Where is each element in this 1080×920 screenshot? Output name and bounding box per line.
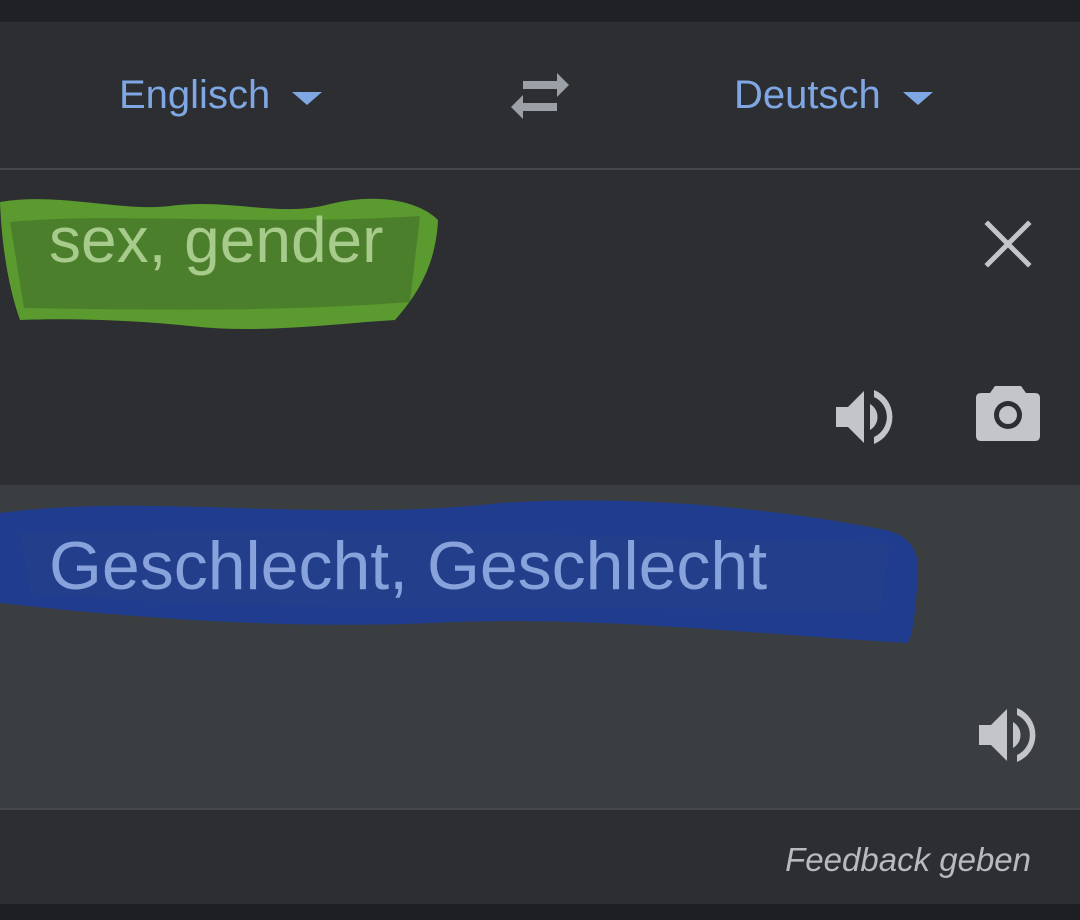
speaker-icon bbox=[836, 390, 893, 444]
close-icon bbox=[984, 220, 1032, 268]
swap-horiz-icon bbox=[511, 73, 569, 119]
translation-listen-button[interactable] bbox=[977, 704, 1039, 766]
chevron-down-icon bbox=[902, 91, 933, 105]
feedback-link[interactable]: Feedback geben bbox=[785, 840, 1031, 880]
source-listen-button[interactable] bbox=[834, 386, 896, 448]
source-text[interactable]: sex, gender bbox=[49, 200, 383, 280]
camera-icon bbox=[976, 386, 1040, 441]
translation-text: Geschlecht, Geschlecht bbox=[49, 528, 768, 604]
target-language-selector[interactable]: Deutsch bbox=[734, 72, 933, 118]
swap-languages-button[interactable] bbox=[505, 70, 575, 122]
source-language-selector[interactable]: Englisch bbox=[119, 72, 323, 118]
language-bar: Englisch Deutsch bbox=[0, 22, 1080, 170]
speaker-icon bbox=[979, 708, 1036, 762]
source-language-label: Englisch bbox=[119, 73, 271, 117]
bottom-edge bbox=[0, 904, 1080, 920]
source-input-area[interactable]: sex, gender bbox=[0, 170, 1080, 485]
clear-button[interactable] bbox=[984, 220, 1032, 268]
camera-button[interactable] bbox=[975, 382, 1041, 442]
status-bar-edge bbox=[0, 0, 1080, 22]
chevron-down-icon bbox=[292, 91, 323, 105]
target-language-label: Deutsch bbox=[734, 73, 881, 117]
feedback-bar: Feedback geben bbox=[0, 808, 1080, 906]
translation-area: Geschlecht, Geschlecht bbox=[0, 485, 1080, 808]
